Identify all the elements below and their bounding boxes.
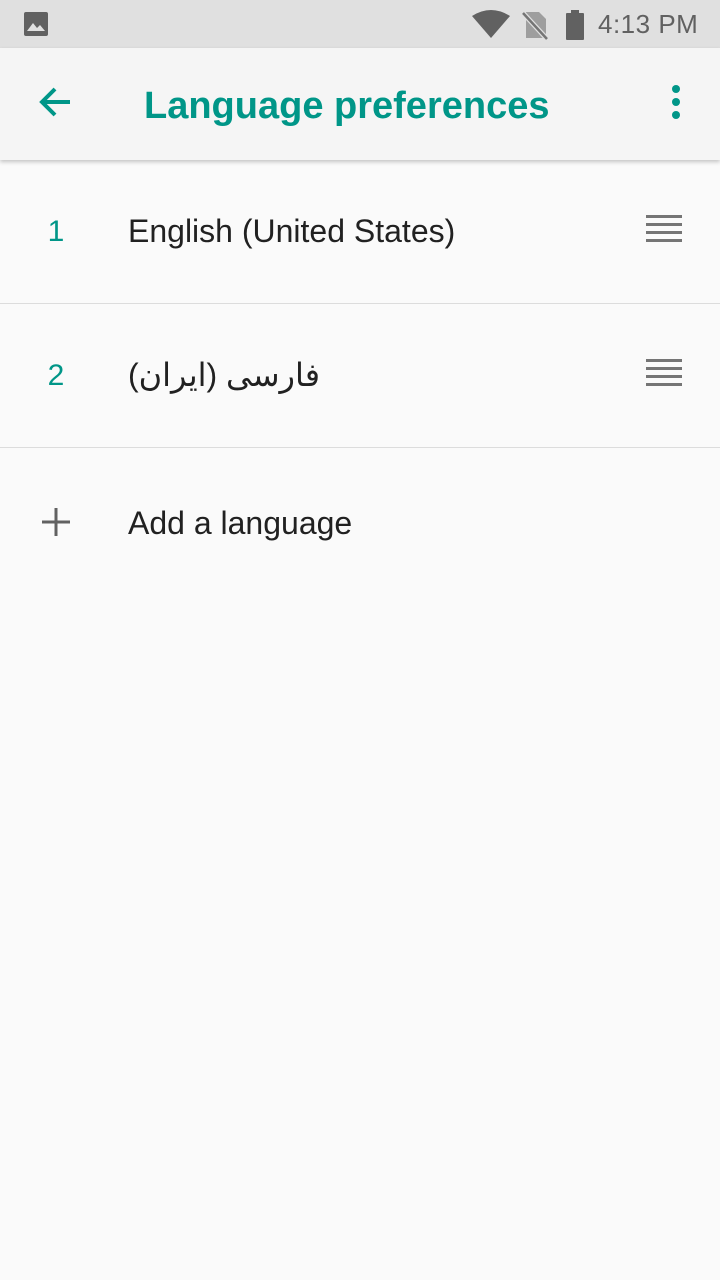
status-time: 4:13 PM <box>598 9 699 39</box>
more-options-button[interactable] <box>648 76 704 132</box>
arrow-back-icon <box>38 84 74 125</box>
language-name: فارسی (ایران) <box>128 357 321 393</box>
image-icon <box>24 12 48 41</box>
wifi-icon <box>472 10 510 43</box>
plus-icon <box>36 502 76 542</box>
drag-handle-icon[interactable] <box>644 214 684 248</box>
language-item[interactable]: 1 English (United States) <box>0 160 720 304</box>
more-vert-icon <box>671 84 681 124</box>
app-bar: Language preferences <box>0 48 720 160</box>
page-title: Language preferences <box>144 85 550 127</box>
battery-icon <box>566 10 584 45</box>
language-rank: 2 <box>47 359 65 392</box>
add-language-label: Add a language <box>128 505 353 541</box>
language-item[interactable]: 2 فارسی (ایران) <box>0 304 720 448</box>
language-rank: 1 <box>47 215 65 248</box>
add-language-button[interactable]: Add a language <box>0 448 720 598</box>
status-bar: 4:13 PM <box>0 0 720 48</box>
drag-handle-icon[interactable] <box>644 358 684 392</box>
no-sim-icon <box>521 10 549 45</box>
language-name: English (United States) <box>128 213 456 249</box>
back-button[interactable] <box>24 72 88 136</box>
language-list: 1 English (United States) 2 فارسی (ایران… <box>0 160 720 598</box>
